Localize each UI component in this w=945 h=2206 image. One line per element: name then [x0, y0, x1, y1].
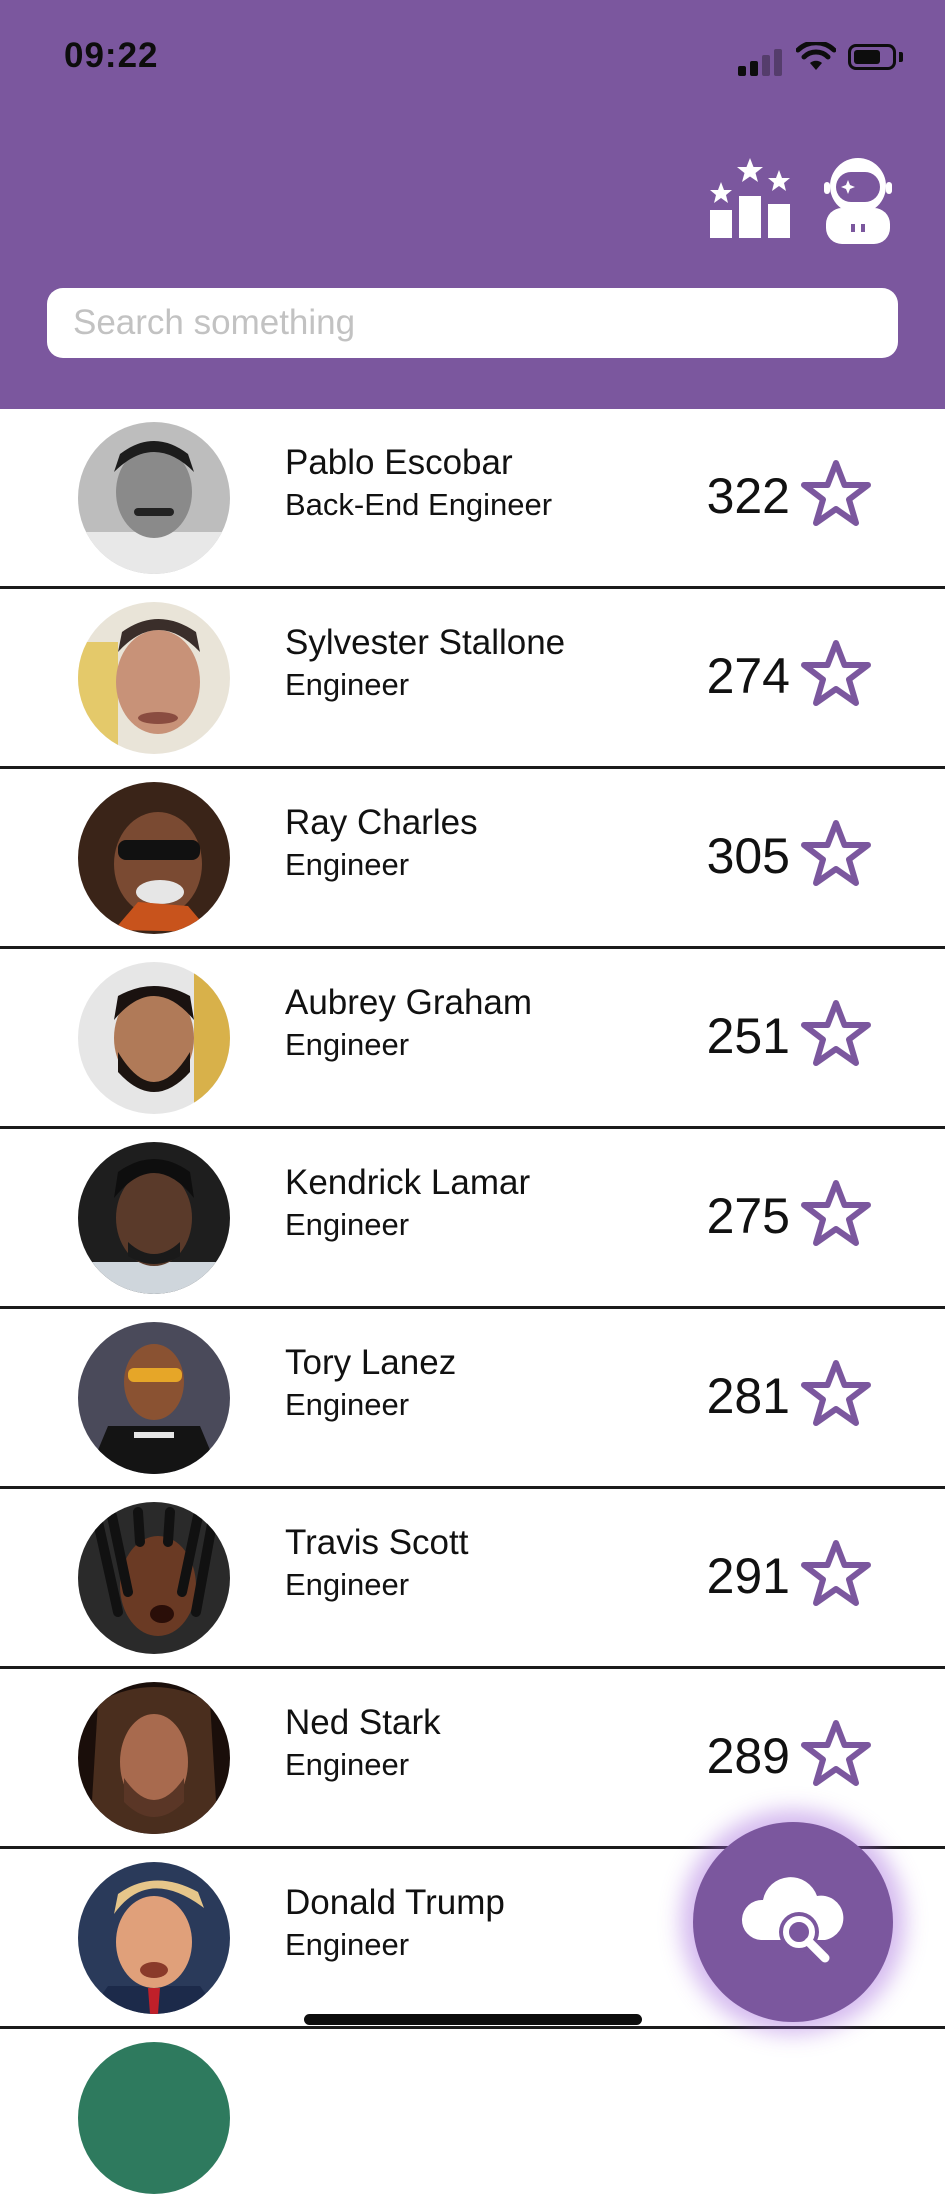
star-icon[interactable] [798, 1357, 874, 1433]
engineer-name: Pablo Escobar [285, 443, 513, 482]
list-item[interactable]: Kendrick Lamar Engineer 275 [0, 1129, 945, 1309]
score-value: 322 [706, 468, 790, 524]
star-icon[interactable] [798, 457, 874, 533]
avatar [78, 422, 230, 574]
list-item[interactable]: Tory Lanez Engineer 281 [0, 1309, 945, 1489]
cloud-search-icon [741, 1877, 844, 1963]
avatar [78, 1142, 230, 1294]
list-item[interactable]: Sylvester Stallone Engineer 274 [0, 589, 945, 769]
star-icon[interactable] [798, 1537, 874, 1613]
list-item[interactable] [0, 2029, 945, 2206]
avatar [78, 2042, 230, 2194]
engineer-role: Engineer [285, 1387, 410, 1422]
engineer-name: Tory Lanez [285, 1343, 457, 1382]
star-icon[interactable] [798, 997, 874, 1073]
engineer-role: Engineer [285, 1207, 410, 1242]
engineer-role: Engineer [285, 1567, 410, 1602]
status-time: 09:22 [64, 36, 159, 75]
astronaut-profile-icon[interactable] [818, 156, 898, 244]
star-icon[interactable] [798, 637, 874, 713]
engineer-name: Aubrey Graham [285, 983, 533, 1022]
engineer-role: Back-End Engineer [285, 487, 553, 522]
cloud-search-button[interactable] [693, 1822, 893, 2022]
avatar [78, 962, 230, 1114]
engineer-role: Engineer [285, 1027, 410, 1062]
avatar [78, 1862, 230, 2014]
score-value: 251 [706, 1008, 790, 1064]
engineer-role: Engineer [285, 1747, 410, 1782]
list-item[interactable]: Pablo Escobar Back-End Engineer 322 [0, 409, 945, 589]
engineer-role: Engineer [285, 847, 410, 882]
engineer-name: Travis Scott [285, 1523, 469, 1562]
engineer-name: Kendrick Lamar [285, 1163, 531, 1202]
star-icon[interactable] [798, 817, 874, 893]
score-value: 281 [706, 1368, 790, 1424]
search-input[interactable] [47, 288, 898, 358]
star-icon[interactable] [798, 1717, 874, 1793]
avatar [78, 1502, 230, 1654]
star-icon[interactable] [798, 1177, 874, 1253]
avatar [78, 1682, 230, 1834]
status-icons [738, 40, 908, 80]
wifi-icon [796, 42, 836, 70]
score-value: 289 [706, 1728, 790, 1784]
score-value: 291 [706, 1548, 790, 1604]
avatar [78, 1322, 230, 1474]
list-item[interactable]: Ray Charles Engineer 305 [0, 769, 945, 949]
avatar [78, 602, 230, 754]
list-item[interactable]: Aubrey Graham Engineer 251 [0, 949, 945, 1129]
engineer-role: Engineer [285, 1927, 410, 1962]
app-header: 09:22 [0, 0, 945, 409]
engineer-name: Ray Charles [285, 803, 478, 842]
engineer-name: Sylvester Stallone [285, 623, 566, 662]
score-value: 274 [706, 648, 790, 704]
score-value: 305 [706, 828, 790, 884]
engineer-role: Engineer [285, 667, 410, 702]
engineer-name: Donald Trump [285, 1883, 505, 1922]
engineer-name: Ned Stark [285, 1703, 441, 1742]
leaderboard-icon[interactable] [706, 152, 794, 240]
list-item[interactable]: Travis Scott Engineer 291 [0, 1489, 945, 1669]
home-indicator[interactable] [304, 2014, 642, 2025]
score-value: 275 [706, 1188, 790, 1244]
avatar [78, 782, 230, 934]
